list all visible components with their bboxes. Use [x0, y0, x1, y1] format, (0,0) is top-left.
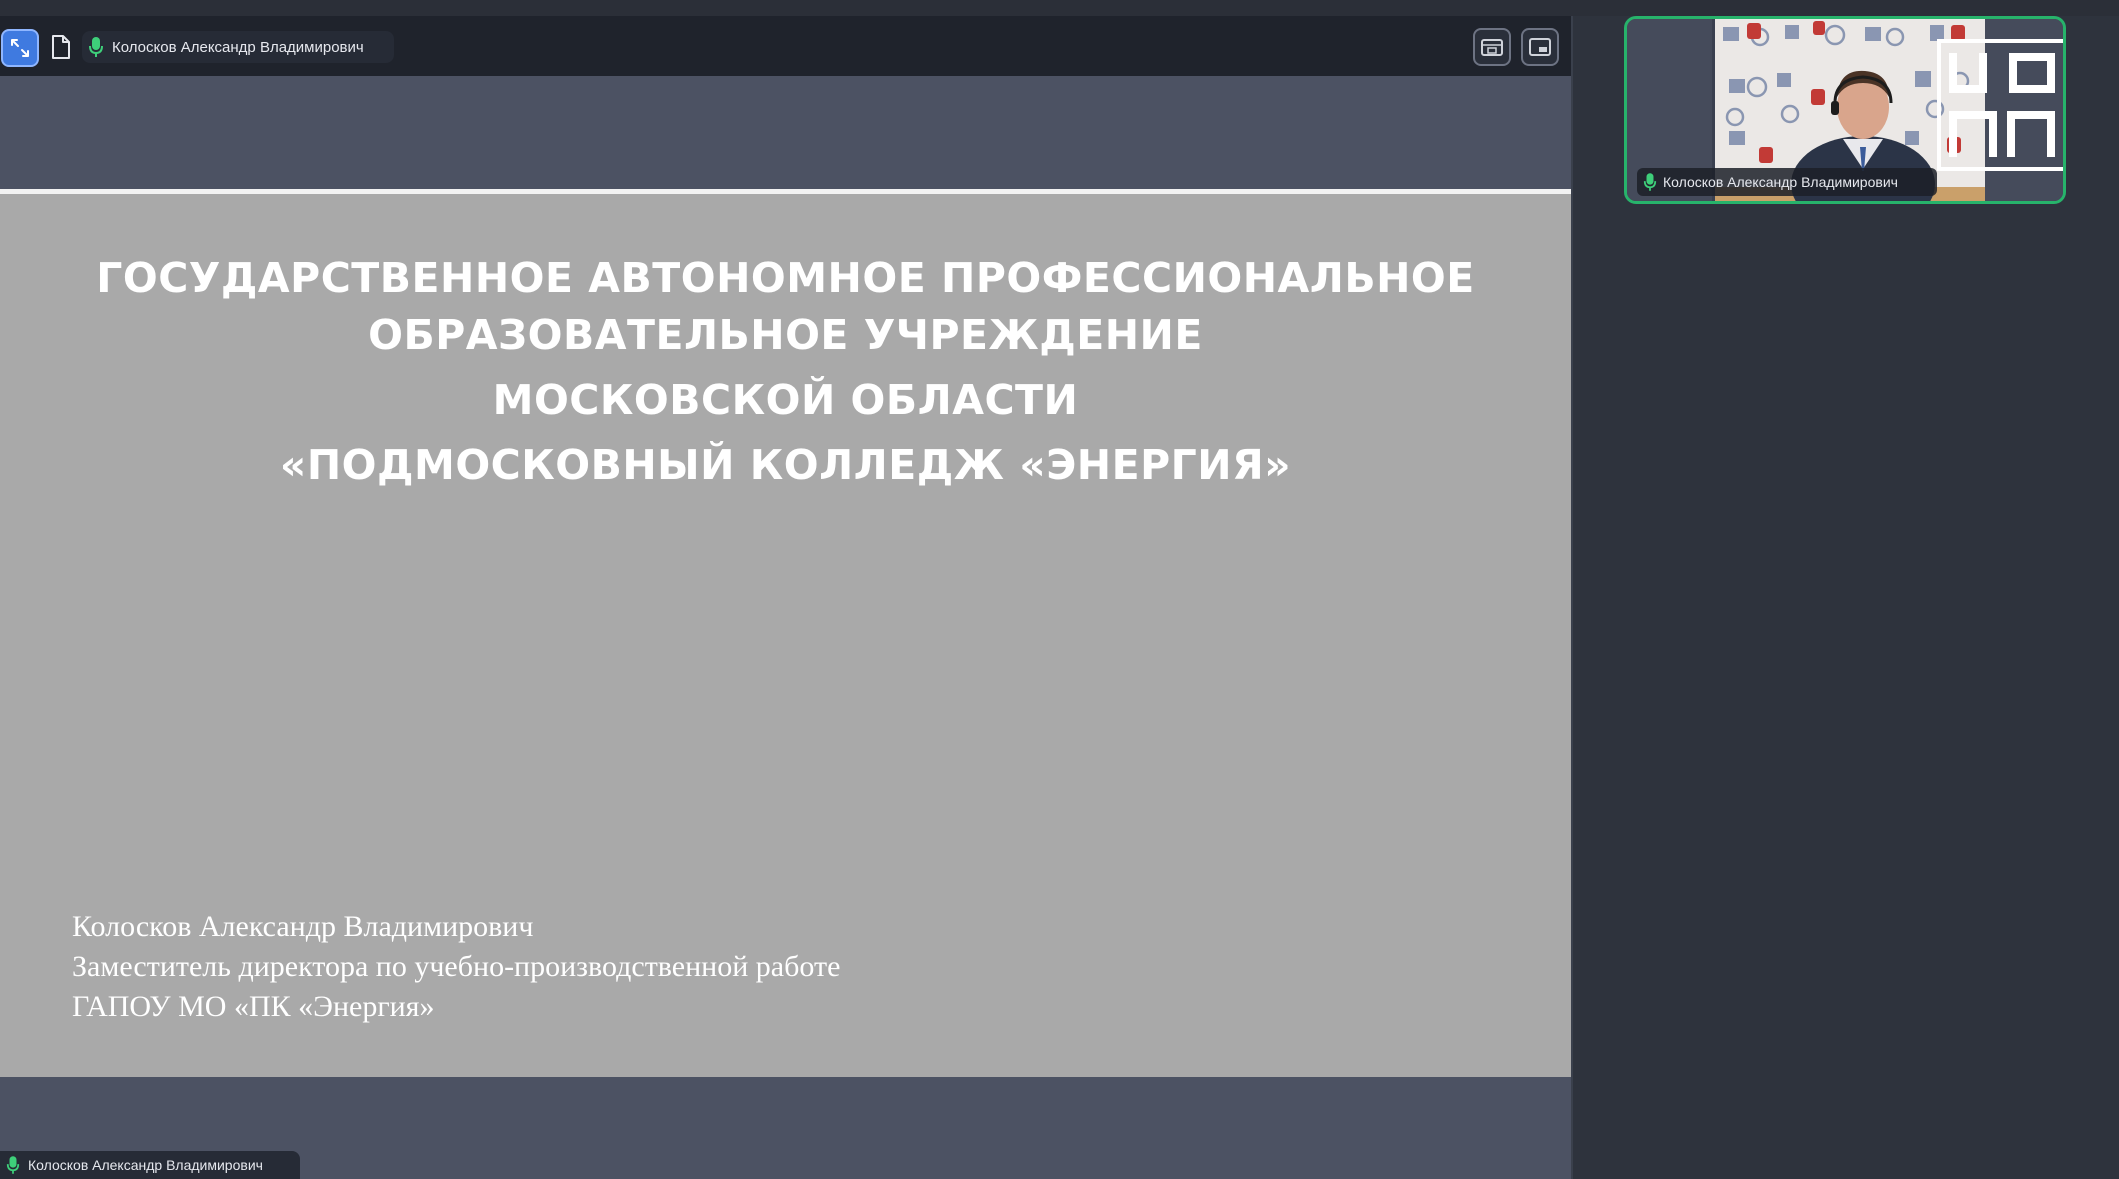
picture-in-picture-button[interactable]	[1473, 28, 1511, 66]
microphone-icon	[1643, 173, 1657, 191]
active-speaker-name: Колосков Александр Владимирович	[112, 38, 364, 56]
slide-title-line: «ПОДМОСКОВНЫЙ КОЛЛЕДЖ «ЭНЕРГИЯ»	[279, 441, 1292, 489]
microphone-icon	[6, 1156, 20, 1174]
document-button[interactable]	[46, 30, 76, 64]
document-icon	[52, 35, 70, 59]
participant-name-chip: Колосков Александр Владимирович	[1637, 168, 1937, 196]
fullscreen-button[interactable]	[1521, 28, 1559, 66]
presenter-name: Колосков Александр Владимирович	[28, 1157, 263, 1173]
presentation-view: Колосков Александр Владимирович ГОСУДАРС…	[0, 16, 1571, 1179]
microphone-icon	[89, 37, 103, 57]
pip-icon	[1481, 39, 1503, 56]
slide-title-line: ОБРАЗОВАТЕЛЬНОЕ УЧРЕЖДЕНИЕ	[368, 311, 1203, 359]
fullscreen-icon	[1529, 38, 1551, 56]
author-name: Колосков Александр Владимирович	[72, 910, 534, 943]
presentation-slide: ГОСУДАРСТВЕННОЕ АВТОНОМНОЕ ПРОФЕССИОНАЛЬ…	[0, 189, 1571, 1077]
panel-divider[interactable]	[1571, 16, 1573, 1179]
active-speaker-chip: Колосков Александр Владимирович	[82, 31, 394, 63]
participant-video-tile[interactable]: Колосков Александр Владимирович	[1624, 16, 2066, 204]
participant-name: Колосков Александр Владимирович	[1663, 174, 1898, 190]
expand-button[interactable]	[1, 29, 39, 67]
conference-window: Колосков Александр Владимирович ГОСУДАРС…	[0, 0, 2119, 1179]
slide-author-block: Колосков Александр Владимирович Заместит…	[72, 907, 840, 1027]
expand-arrows-icon	[11, 39, 29, 57]
presenter-name-chip: Колосков Александр Владимирович	[0, 1151, 300, 1179]
slide-title-line: ГОСУДАРСТВЕННОЕ АВТОНОМНОЕ ПРОФЕССИОНАЛЬ…	[96, 254, 1475, 302]
slide-title-line: МОСКОВСКОЙ ОБЛАСТИ	[492, 376, 1079, 424]
presentation-toolbar: Колосков Александр Владимирович	[0, 16, 1571, 76]
author-position: Заместитель директора по учебно-производ…	[72, 950, 841, 983]
slide-title: ГОСУДАРСТВЕННОЕ АВТОНОМНОЕ ПРОФЕССИОНАЛЬ…	[0, 248, 1571, 495]
broadcast-logo-icon	[1937, 39, 2063, 171]
author-organization: ГАПОУ МО «ПК «Энергия»	[72, 990, 435, 1023]
top-strip	[0, 0, 2119, 16]
